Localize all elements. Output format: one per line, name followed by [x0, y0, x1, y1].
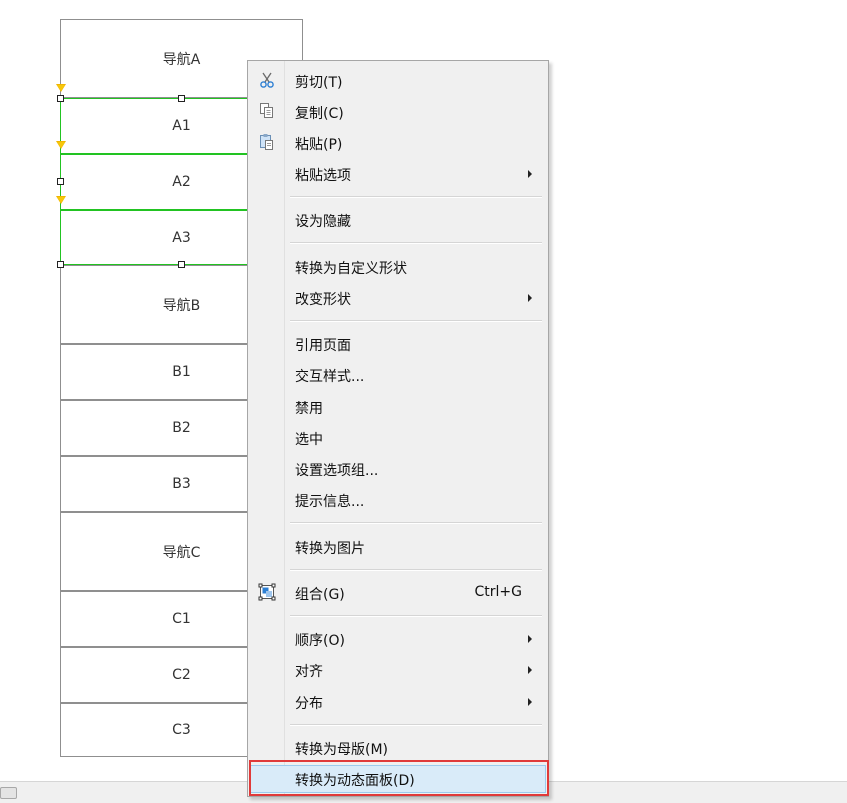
menu-item-convert-custom-shape[interactable]: 转换为自定义形状 — [250, 253, 546, 281]
resize-handle-top-middle[interactable] — [178, 95, 185, 102]
paste-icon — [258, 133, 276, 151]
menu-separator — [290, 724, 542, 726]
nav-item-c2-label: C2 — [172, 667, 191, 683]
menu-item-reference-page-label: 引用页面 — [295, 338, 351, 354]
menu-item-convert-master-label: 转换为母版(M) — [295, 742, 389, 758]
nav-item-a1-label: A1 — [172, 118, 191, 134]
menu-item-order-label: 顺序(O) — [295, 633, 345, 649]
resize-handle-bottom-middle[interactable] — [178, 261, 185, 268]
menu-item-paste-options[interactable]: 粘贴选项 — [250, 160, 546, 188]
submenu-arrow-icon — [528, 698, 532, 706]
menu-item-convert-master[interactable]: 转换为母版(M) — [250, 734, 546, 762]
nav-item-a3-label: A3 — [172, 229, 191, 246]
menu-item-group-label: 组合(G) — [295, 587, 345, 603]
nav-header-a-label: 导航A — [162, 51, 201, 68]
menu-item-paste-label: 粘贴(P) — [295, 137, 343, 153]
menu-item-copy[interactable]: 复制(C) — [250, 98, 546, 126]
menu-item-align-label: 对齐 — [295, 664, 323, 680]
menu-item-disable[interactable]: 禁用 — [250, 393, 546, 421]
nav-header-b-label: 导航B — [162, 297, 201, 314]
menu-item-disable-label: 禁用 — [295, 401, 323, 417]
submenu-arrow-icon — [528, 635, 532, 643]
menu-item-interaction-style-label: 交互样式... — [295, 369, 365, 385]
scrollbar-thumb[interactable] — [0, 787, 17, 799]
menu-item-selected[interactable]: 选中 — [250, 424, 546, 452]
menu-item-convert-custom-shape-label: 转换为自定义形状 — [295, 261, 407, 277]
menu-item-set-hidden-label: 设为隐藏 — [295, 214, 351, 230]
scissors-icon — [258, 71, 276, 89]
submenu-arrow-icon — [528, 170, 532, 178]
menu-separator — [290, 320, 542, 322]
nav-item-b2-label: B2 — [172, 420, 191, 436]
menu-separator — [290, 615, 542, 617]
menu-item-cut-label: 剪切(T) — [295, 75, 343, 91]
resize-handle-bottom-left[interactable] — [57, 261, 64, 268]
nav-item-b3-label: B3 — [172, 476, 191, 492]
menu-item-paste-options-label: 粘贴选项 — [295, 168, 351, 184]
nav-header-c-label: 导航C — [162, 544, 201, 561]
menu-item-convert-image[interactable]: 转换为图片 — [250, 533, 546, 561]
menu-item-tooltip[interactable]: 提示信息... — [250, 486, 546, 514]
menu-separator — [290, 196, 542, 198]
resize-handle-top-left[interactable] — [57, 95, 64, 102]
menu-item-convert-dynamic-panel-label: 转换为动态面板(D) — [295, 773, 415, 789]
menu-item-interaction-style[interactable]: 交互样式... — [250, 361, 546, 389]
menu-item-distribute-label: 分布 — [295, 696, 323, 712]
menu-item-reference-page[interactable]: 引用页面 — [250, 330, 546, 358]
menu-item-cut[interactable]: 剪切(T) — [250, 67, 546, 95]
menu-item-set-hidden[interactable]: 设为隐藏 — [250, 206, 546, 234]
menu-item-set-option-group[interactable]: 设置选项组... — [250, 455, 546, 483]
menu-item-copy-label: 复制(C) — [295, 106, 344, 122]
copy-icon — [258, 102, 276, 120]
menu-item-convert-dynamic-panel[interactable]: 转换为动态面板(D) — [250, 765, 546, 793]
interaction-marker-icon — [56, 84, 66, 92]
menu-item-paste[interactable]: 粘贴(P) — [250, 129, 546, 157]
menu-separator — [290, 242, 542, 244]
menu-item-change-shape[interactable]: 改变形状 — [250, 284, 546, 312]
interaction-marker-icon — [56, 196, 66, 204]
nav-item-c1-label: C1 — [172, 611, 191, 627]
menu-separator — [290, 569, 542, 571]
nav-item-a2-label: A2 — [172, 174, 191, 190]
submenu-arrow-icon — [528, 666, 532, 674]
menu-item-group-shortcut: Ctrl+G — [474, 584, 523, 600]
nav-item-b1-label: B1 — [172, 364, 191, 380]
menu-item-tooltip-label: 提示信息... — [295, 494, 365, 510]
menu-item-group[interactable]: 组合(G) Ctrl+G — [250, 579, 546, 607]
menu-item-change-shape-label: 改变形状 — [295, 292, 351, 308]
nav-item-c3-label: C3 — [172, 722, 191, 738]
menu-item-align[interactable]: 对齐 — [250, 656, 546, 684]
interaction-marker-icon — [56, 141, 66, 149]
context-menu: 剪切(T) 复制(C) 粘贴(P) 粘贴选项 设为隐藏 转换为自定义形状 改变形… — [247, 60, 549, 797]
resize-handle-middle-left[interactable] — [57, 178, 64, 185]
submenu-arrow-icon — [528, 294, 532, 302]
menu-item-order[interactable]: 顺序(O) — [250, 625, 546, 653]
menu-item-convert-image-label: 转换为图片 — [295, 541, 365, 557]
menu-item-selected-label: 选中 — [295, 432, 323, 448]
menu-item-distribute[interactable]: 分布 — [250, 688, 546, 716]
group-icon — [258, 583, 276, 601]
menu-item-set-option-group-label: 设置选项组... — [295, 463, 379, 479]
menu-separator — [290, 522, 542, 524]
